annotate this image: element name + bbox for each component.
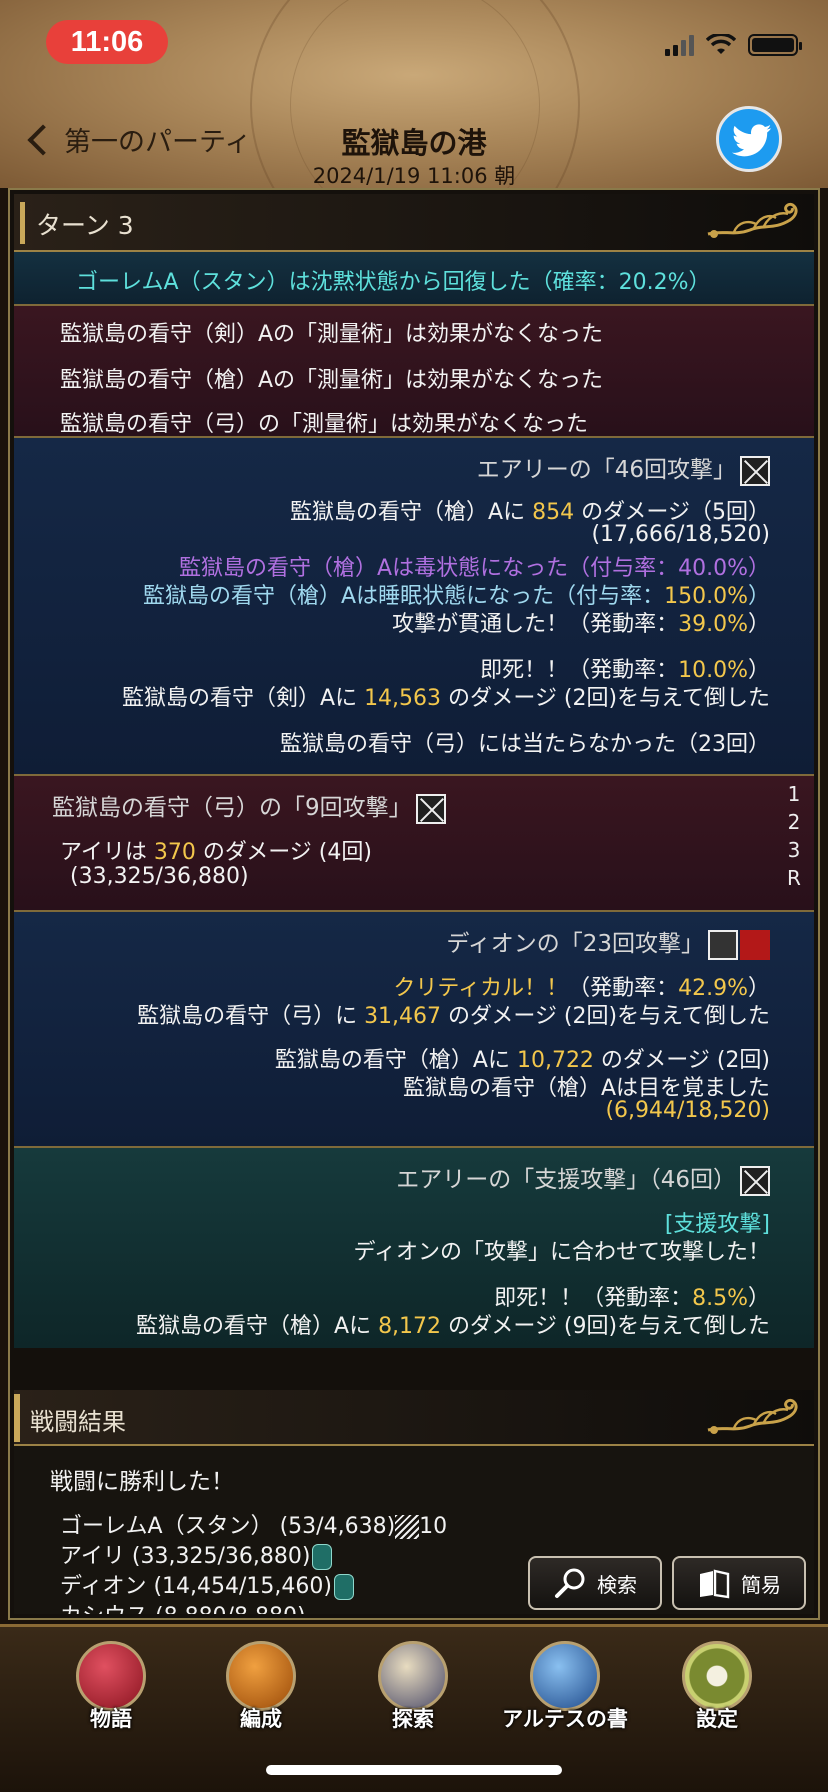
turn-index-list: 1 2 3 R [784, 780, 804, 892]
top-header: 11:06 第一のパーティ 監獄島の港 2024/1/19 11:06 朝 [0, 0, 828, 188]
miss-line: 監獄島の看守（弓）には当たらなかった（23回） [280, 732, 770, 757]
battery-icon [748, 34, 802, 56]
dragon-icon [76, 1641, 146, 1711]
status-icons [665, 34, 802, 56]
twitter-icon [732, 124, 772, 157]
fire-icon [740, 929, 770, 960]
attack-title: エアリーの「46回攻撃」 [477, 450, 770, 486]
ornament-icon [707, 1398, 798, 1434]
attack-title: エアリーの「支援攻撃」（46回） [396, 1160, 770, 1196]
sync-line: ディオンの「攻撃」に合わせて攻撃した！ [353, 1240, 770, 1265]
member-status: カシウス (8,880/8,880) [60, 1598, 306, 1614]
nav-item-explore[interactable]: 探索 [338, 1641, 488, 1733]
log-entry-airy-46-attack: エアリーの「46回攻撃」 監獄島の看守（槍）Aに 854 のダメージ（5回） (… [14, 438, 814, 776]
mask-icon [334, 1574, 354, 1600]
member-status: ディオン (14,454/15,460) [60, 1568, 354, 1600]
turn-index[interactable]: R [784, 864, 804, 892]
attack-type-icon [740, 1165, 770, 1196]
slash-icon [395, 1515, 420, 1539]
turn-label: ターン 3 [36, 211, 134, 240]
attack-title: 監獄島の看守（弓）の「9回攻撃」 [52, 788, 446, 824]
mask-icon [312, 1544, 333, 1570]
member-status: ゴーレムA（スタン） (53/4,638) 10 [60, 1514, 448, 1539]
nav-label: アルテスの書 [502, 1707, 628, 1731]
nav-label: 編成 [240, 1707, 282, 1731]
hp-line: (33,325/36,880) [70, 864, 249, 889]
home-indicator[interactable] [266, 1765, 562, 1775]
nav-label: 物語 [90, 1707, 132, 1731]
log-line: 監獄島の看守（弓）の「測量術」は効果がなくなった [60, 412, 589, 437]
simple-button[interactable]: 簡易 [672, 1556, 806, 1610]
attack-type-icon [740, 455, 770, 486]
wifi-icon [706, 34, 736, 54]
page-datetime: 2024/1/19 11:06 朝 [312, 164, 516, 188]
nav-item-settings[interactable]: 設定 [642, 1641, 792, 1733]
magnifier-icon [555, 1568, 585, 1598]
ornament-icon [707, 202, 798, 238]
log-line: 監獄島の看守（剣）Aの「測量術」は効果がなくなった [60, 322, 604, 347]
log-line: ゴーレムA（スタン）は沈黙状態から回復した（確率：20.2%） [76, 270, 711, 295]
turn-index[interactable]: 3 [784, 836, 804, 864]
turn-index[interactable]: 2 [784, 808, 804, 836]
result-header: 戦闘結果 [14, 1390, 814, 1446]
map-icon [378, 1641, 448, 1711]
eagle-icon [226, 1641, 296, 1711]
status-time: 11:06 [46, 20, 168, 64]
page-title: 監獄島の港 [341, 126, 487, 160]
simple-button-label: 簡易 [741, 1572, 781, 1597]
signal-icon [665, 34, 694, 56]
nav-item-book[interactable]: アルテスの書 [490, 1641, 640, 1733]
search-button[interactable]: 検索 [528, 1556, 662, 1610]
damage-line: アイリは 370 のダメージ (4回) [60, 840, 372, 865]
result-label: 戦闘結果 [30, 1408, 126, 1436]
kill-damage-line: 監獄島の看守（槍）Aに 8,172 のダメージ (9回)を与えて倒した [136, 1314, 770, 1339]
hp-line: (17,666/18,520) [591, 522, 770, 547]
battle-log-panel[interactable]: ターン 3 ゴーレムA（スタン）は沈黙状態から回復した（確率：20.2%） 監獄… [8, 188, 820, 1620]
turn-index[interactable]: 1 [784, 780, 804, 808]
member-status: アイリ (33,325/36,880) [60, 1538, 333, 1570]
pierce-line: 攻撃が貫通した！（発動率：39.0%） [392, 612, 770, 637]
log-entry-dion-23-attack: ディオンの「23回攻撃」 クリティカル！！（発動率：42.9%） 監獄島の看守（… [14, 912, 814, 1148]
log-entry-recover: ゴーレムA（スタン）は沈黙状態から回復した（確率：20.2%） [14, 252, 814, 306]
search-button-label: 検索 [597, 1572, 637, 1597]
log-entry-buff-expired: 監獄島の看守（剣）Aの「測量術」は効果がなくなった 監獄島の看守（槍）Aの「測量… [14, 306, 814, 438]
log-line: 監獄島の看守（槍）Aの「測量術」は効果がなくなった [60, 368, 604, 393]
turn-header: ターン 3 [14, 194, 814, 252]
nav-label: 探索 [392, 1707, 434, 1731]
attack-title: ディオンの「23回攻撃」 [446, 924, 770, 960]
nav-item-story[interactable]: 物語 [36, 1641, 186, 1733]
scroll-icon [530, 1641, 600, 1711]
gear-icon [682, 1641, 752, 1711]
hp-line: (6,944/18,520) [605, 1098, 770, 1123]
kill-damage-line: 監獄島の看守（剣）Aに 14,563 のダメージ (2回)を与えて倒した [122, 686, 770, 711]
nav-item-formation[interactable]: 編成 [186, 1641, 336, 1733]
nav-label: 設定 [696, 1707, 738, 1731]
result-body: 戦闘に勝利した！ ゴーレムA（スタン） (53/4,638) 10 アイリ (33… [14, 1446, 814, 1614]
claw-icon [708, 929, 738, 960]
twitter-button[interactable] [716, 106, 782, 172]
attack-type-icon [415, 793, 446, 824]
book-icon [700, 1569, 730, 1599]
log-entry-archer-9-attack: 監獄島の看守（弓）の「9回攻撃」 アイリは 370 のダメージ (4回) (33… [14, 776, 814, 912]
log-entry-airy-support: エアリーの「支援攻撃」（46回） [支援攻撃] ディオンの「攻撃」に合わせて攻撃… [14, 1148, 814, 1348]
win-message: 戦闘に勝利した！ [50, 1469, 234, 1495]
kill-damage-line: 監獄島の看守（弓）に 31,467 のダメージ (2回)を与えて倒した [137, 1004, 770, 1029]
